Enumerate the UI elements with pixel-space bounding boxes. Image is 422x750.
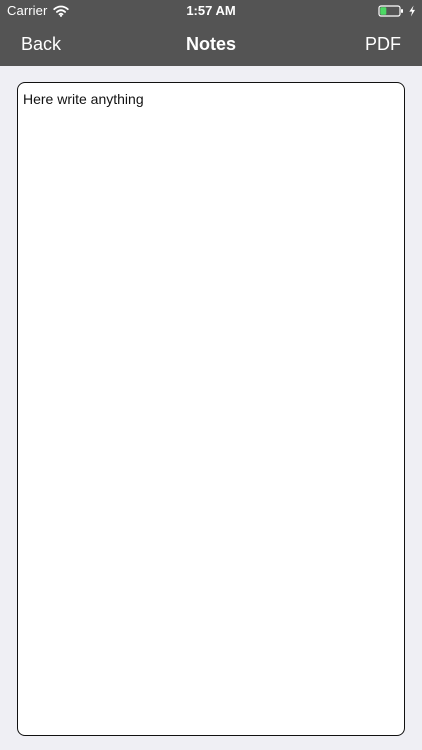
notes-screen: Carrier 1:57 AM Back Notes PDF Here writ… — [0, 0, 422, 750]
status-time: 1:57 AM — [186, 3, 236, 18]
page-title: Notes — [185, 34, 237, 54]
battery-icon — [378, 5, 403, 17]
status-bar: Carrier 1:57 AM — [0, 0, 422, 22]
back-button[interactable]: Back — [21, 22, 61, 66]
notes-editor-container: Here write anything — [17, 82, 405, 736]
carrier-label: Carrier — [7, 3, 48, 18]
pdf-button[interactable]: PDF — [365, 22, 401, 66]
wifi-icon — [53, 5, 70, 17]
notes-editor[interactable]: Here write anything — [17, 82, 405, 736]
status-right — [378, 3, 416, 19]
navigation-bar: Back Notes PDF — [0, 22, 422, 66]
charging-bolt-icon — [409, 5, 415, 17]
status-left: Carrier — [7, 3, 70, 19]
